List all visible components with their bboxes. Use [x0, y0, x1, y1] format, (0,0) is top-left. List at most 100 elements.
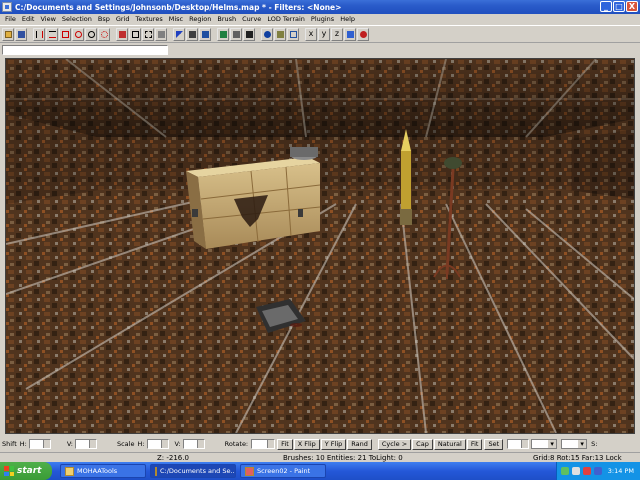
- s-label: S:: [591, 440, 598, 448]
- task-paint[interactable]: Screen02 - Paint: [240, 464, 326, 478]
- clock: 3:14 PM: [607, 467, 634, 475]
- task-label: C:/Documents and Se...: [160, 467, 236, 475]
- menu-help[interactable]: Help: [337, 14, 358, 25]
- select-inside-icon[interactable]: [155, 27, 167, 41]
- patch-icon[interactable]: [230, 27, 242, 41]
- menu-curve[interactable]: Curve: [239, 14, 264, 25]
- minimize-button[interactable]: _: [600, 1, 612, 12]
- shift-h-spinner[interactable]: [28, 439, 51, 449]
- y-flip-button[interactable]: Y Flip: [320, 438, 347, 450]
- start-button[interactable]: start: [0, 462, 52, 480]
- paint-icon: [245, 466, 254, 476]
- cycle-button[interactable]: Cycle >: [377, 438, 412, 450]
- csg-subtract-icon[interactable]: [116, 27, 128, 41]
- app-icon: [155, 466, 157, 476]
- scale-v-label: V:: [174, 440, 181, 448]
- main-toolbar: x y z: [0, 25, 640, 43]
- rotate-x-icon[interactable]: [72, 27, 84, 41]
- z-axis-icon[interactable]: z: [331, 27, 343, 41]
- eye-icon[interactable]: [357, 27, 369, 41]
- window-title: C:/Documents and Settings/Johnsonb/Deskt…: [15, 2, 342, 12]
- face-edit-icon[interactable]: [261, 27, 273, 41]
- open-icon[interactable]: [2, 27, 14, 41]
- flip-y-icon[interactable]: [46, 27, 58, 41]
- command-bar: [0, 43, 640, 57]
- menu-brush[interactable]: Brush: [214, 14, 239, 25]
- drag-icon[interactable]: [274, 27, 286, 41]
- x-axis-icon[interactable]: x: [305, 27, 317, 41]
- rotate-z-icon[interactable]: [98, 27, 110, 41]
- tray-network-icon[interactable]: [561, 467, 569, 475]
- shift-v-spinner[interactable]: [74, 439, 97, 449]
- tray-app-icon[interactable]: [594, 467, 602, 475]
- flip-z-icon[interactable]: [59, 27, 71, 41]
- windows-logo-icon: [4, 466, 14, 476]
- y-axis-icon[interactable]: y: [318, 27, 330, 41]
- menu-lod-terrain[interactable]: LOD Terrain: [264, 14, 308, 25]
- select-complete-icon[interactable]: [129, 27, 141, 41]
- vertex-edit-icon[interactable]: [243, 27, 255, 41]
- camera-3d-viewport[interactable]: [5, 58, 635, 434]
- natural-button[interactable]: Natural: [433, 438, 466, 450]
- shift-v-label: V:: [66, 440, 73, 448]
- save-icon[interactable]: [15, 27, 27, 41]
- viewport-scene: [6, 59, 634, 433]
- status-bar: Z: -216.0 Brushes: 10 Entities: 21 ToLig…: [0, 452, 640, 462]
- x-flip-button[interactable]: X Flip: [293, 438, 320, 450]
- scale-label: Scale: [116, 440, 135, 448]
- scale-icon[interactable]: [287, 27, 299, 41]
- flip-x-icon[interactable]: [33, 27, 45, 41]
- tray-security-icon[interactable]: [583, 467, 591, 475]
- scale-h-spinner[interactable]: [146, 439, 169, 449]
- window-controls: _ □ X: [600, 1, 638, 12]
- close-button[interactable]: X: [626, 1, 638, 12]
- menu-region[interactable]: Region: [186, 14, 214, 25]
- natural-fit-button[interactable]: Fit: [466, 438, 483, 450]
- scale-v-spinner[interactable]: [182, 439, 205, 449]
- app-icon: [2, 2, 12, 12]
- task-label: Screen02 - Paint: [257, 467, 311, 475]
- title-bar[interactable]: C:/Documents and Settings/Johnsonb/Deskt…: [0, 0, 640, 14]
- task-radiant[interactable]: C:/Documents and Se...: [150, 464, 236, 478]
- menu-misc[interactable]: Misc: [166, 14, 186, 25]
- menu-bsp[interactable]: Bsp: [95, 14, 113, 25]
- windows-taskbar: start MOHAATools C:/Documents and Se... …: [0, 462, 640, 480]
- menu-file[interactable]: File: [2, 14, 19, 25]
- command-input[interactable]: [2, 45, 168, 55]
- task-mohaatools[interactable]: MOHAATools: [60, 464, 146, 478]
- menu-grid[interactable]: Grid: [113, 14, 133, 25]
- scale-h-label: H:: [137, 440, 145, 448]
- rotate-spinner[interactable]: [251, 439, 276, 449]
- shift-h-label: H:: [19, 440, 27, 448]
- system-tray: 3:14 PM: [556, 462, 640, 480]
- grow-icon[interactable]: [344, 27, 356, 41]
- tray-speaker-icon[interactable]: [572, 467, 580, 475]
- helmet-model[interactable]: [444, 157, 462, 169]
- menu-bar: File Edit View Selection Bsp Grid Textur…: [0, 14, 640, 25]
- menu-selection[interactable]: Selection: [59, 14, 95, 25]
- select-touching-icon[interactable]: [142, 27, 154, 41]
- maximize-button[interactable]: □: [613, 1, 625, 12]
- set-value-field[interactable]: [507, 439, 530, 449]
- texture-combo[interactable]: [531, 439, 558, 449]
- menu-plugins[interactable]: Plugins: [308, 14, 337, 25]
- entity-icon[interactable]: [217, 27, 229, 41]
- rotate-label: Rotate:: [224, 440, 249, 448]
- folder-icon: [65, 466, 74, 476]
- set-button[interactable]: Set: [484, 438, 504, 450]
- task-label: MOHAATools: [77, 467, 118, 475]
- shift-label: Shift: [2, 440, 17, 448]
- menu-edit[interactable]: Edit: [19, 14, 38, 25]
- cap-button[interactable]: Cap: [412, 438, 433, 450]
- camera-icon[interactable]: [199, 27, 211, 41]
- rotate-y-icon[interactable]: [85, 27, 97, 41]
- menu-view[interactable]: View: [37, 14, 58, 25]
- rand-button[interactable]: Rand: [347, 438, 372, 450]
- menu-textures[interactable]: Textures: [133, 14, 166, 25]
- clipper-icon[interactable]: [173, 27, 185, 41]
- start-label: start: [17, 466, 42, 476]
- surface-inspector-bar: Shift H: V: Scale H: V: Rotate: Fit X Fl…: [0, 437, 640, 451]
- scale-combo[interactable]: [561, 439, 588, 449]
- texture-lock-icon[interactable]: [186, 27, 198, 41]
- fit-button[interactable]: Fit: [277, 438, 293, 450]
